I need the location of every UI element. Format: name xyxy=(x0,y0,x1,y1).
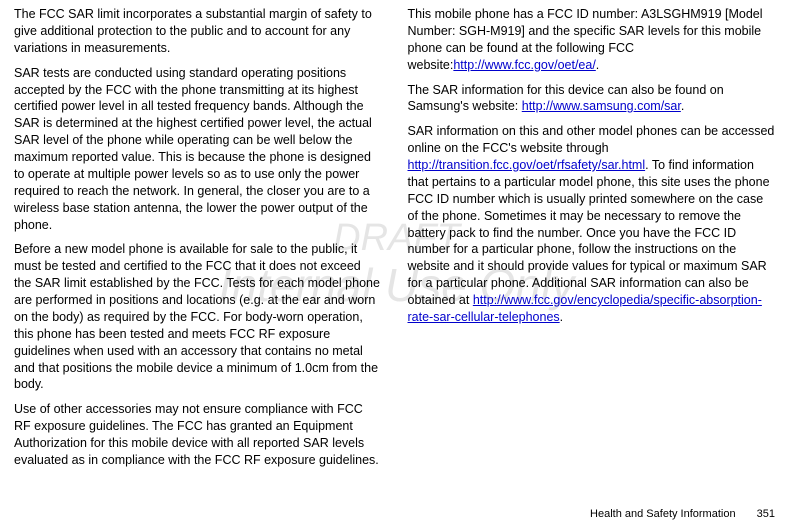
paragraph-6-text-a: SAR information on this and other model … xyxy=(408,124,775,155)
samsung-sar-link[interactable]: http://www.samsung.com/sar xyxy=(522,99,681,113)
paragraph-1: The FCC SAR limit incorporates a substan… xyxy=(14,6,382,57)
footer-section: Health and Safety Information xyxy=(590,508,736,520)
paragraph-3: Before a new model phone is available fo… xyxy=(14,241,382,393)
paragraph-2: SAR tests are conducted using standard o… xyxy=(14,65,382,234)
fcc-oet-link[interactable]: http://www.fcc.gov/oet/ea/ xyxy=(453,58,595,72)
footer-page-number: 351 xyxy=(757,508,775,520)
paragraph-6: SAR information on this and other model … xyxy=(408,123,776,326)
page-body: The FCC SAR limit incorporates a substan… xyxy=(0,0,793,490)
paragraph-6-text-b: . To find information that pertains to a… xyxy=(408,158,770,307)
paragraph-5: The SAR information for this device can … xyxy=(408,82,776,116)
page-footer: Health and Safety Information 351 xyxy=(590,508,775,520)
fcc-rfsafety-link[interactable]: http://transition.fcc.gov/oet/rfsafety/s… xyxy=(408,158,646,172)
